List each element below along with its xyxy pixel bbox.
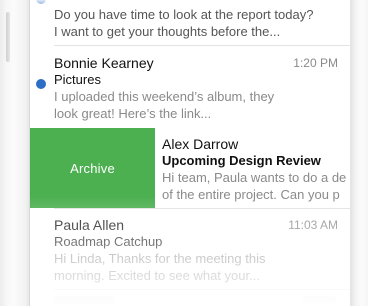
message-row[interactable] — [30, 290, 350, 306]
message-time-placeholder — [302, 296, 336, 304]
message-preview-line: of the entire project. Can you p — [162, 187, 340, 202]
message-subject: Pictures — [54, 72, 101, 87]
unread-indicator — [36, 79, 46, 89]
message-preview-line: Do you have time to look at the report t… — [54, 7, 314, 22]
archive-swipe-button[interactable]: Archive — [30, 128, 155, 208]
message-row[interactable]: Bonnie Kearney 1:20 PM Pictures I upload… — [30, 46, 350, 126]
message-row[interactable]: Do you have time to look at the report t… — [30, 0, 350, 44]
message-preview-line: morning. Excited to see what your... — [54, 268, 260, 283]
message-sender: Alex Darrow — [162, 136, 239, 152]
message-subject: Upcoming Design Review — [162, 153, 321, 168]
message-sender: Bonnie Kearney — [54, 55, 154, 71]
message-row-swiped[interactable]: Archive Alex Darrow Upcoming Design Revi… — [30, 128, 350, 208]
message-time: 11:03 AM — [288, 218, 338, 232]
unread-indicator — [36, 0, 46, 4]
message-row[interactable]: Paula Allen 11:03 AM Roadmap Catchup Hi … — [30, 209, 350, 289]
message-sender: Paula Allen — [54, 217, 125, 233]
message-preview-line: look great! Here’s the link... — [54, 106, 212, 121]
phone-frame-right — [350, 0, 368, 306]
message-preview-line: Hi Linda, Thanks for the meeting this — [54, 251, 266, 266]
phone-side-button — [6, 12, 10, 62]
inbox-message-list: Do you have time to look at the report t… — [30, 0, 350, 306]
message-preview-line: I uploaded this weekend’s album, they — [54, 89, 275, 104]
phone-mockup: Do you have time to look at the report t… — [0, 0, 368, 306]
message-preview-line: I want to get your thoughts before the..… — [54, 24, 281, 39]
archive-label: Archive — [70, 160, 115, 176]
message-sender-placeholder — [54, 296, 114, 304]
message-subject: Roadmap Catchup — [54, 234, 163, 249]
swiped-message-content[interactable]: Alex Darrow Upcoming Design Review Hi te… — [155, 128, 350, 208]
message-time: 1:20 PM — [293, 56, 338, 70]
phone-frame-left — [0, 0, 30, 306]
message-preview-line: Hi team, Paula wants to do a de — [162, 170, 347, 185]
